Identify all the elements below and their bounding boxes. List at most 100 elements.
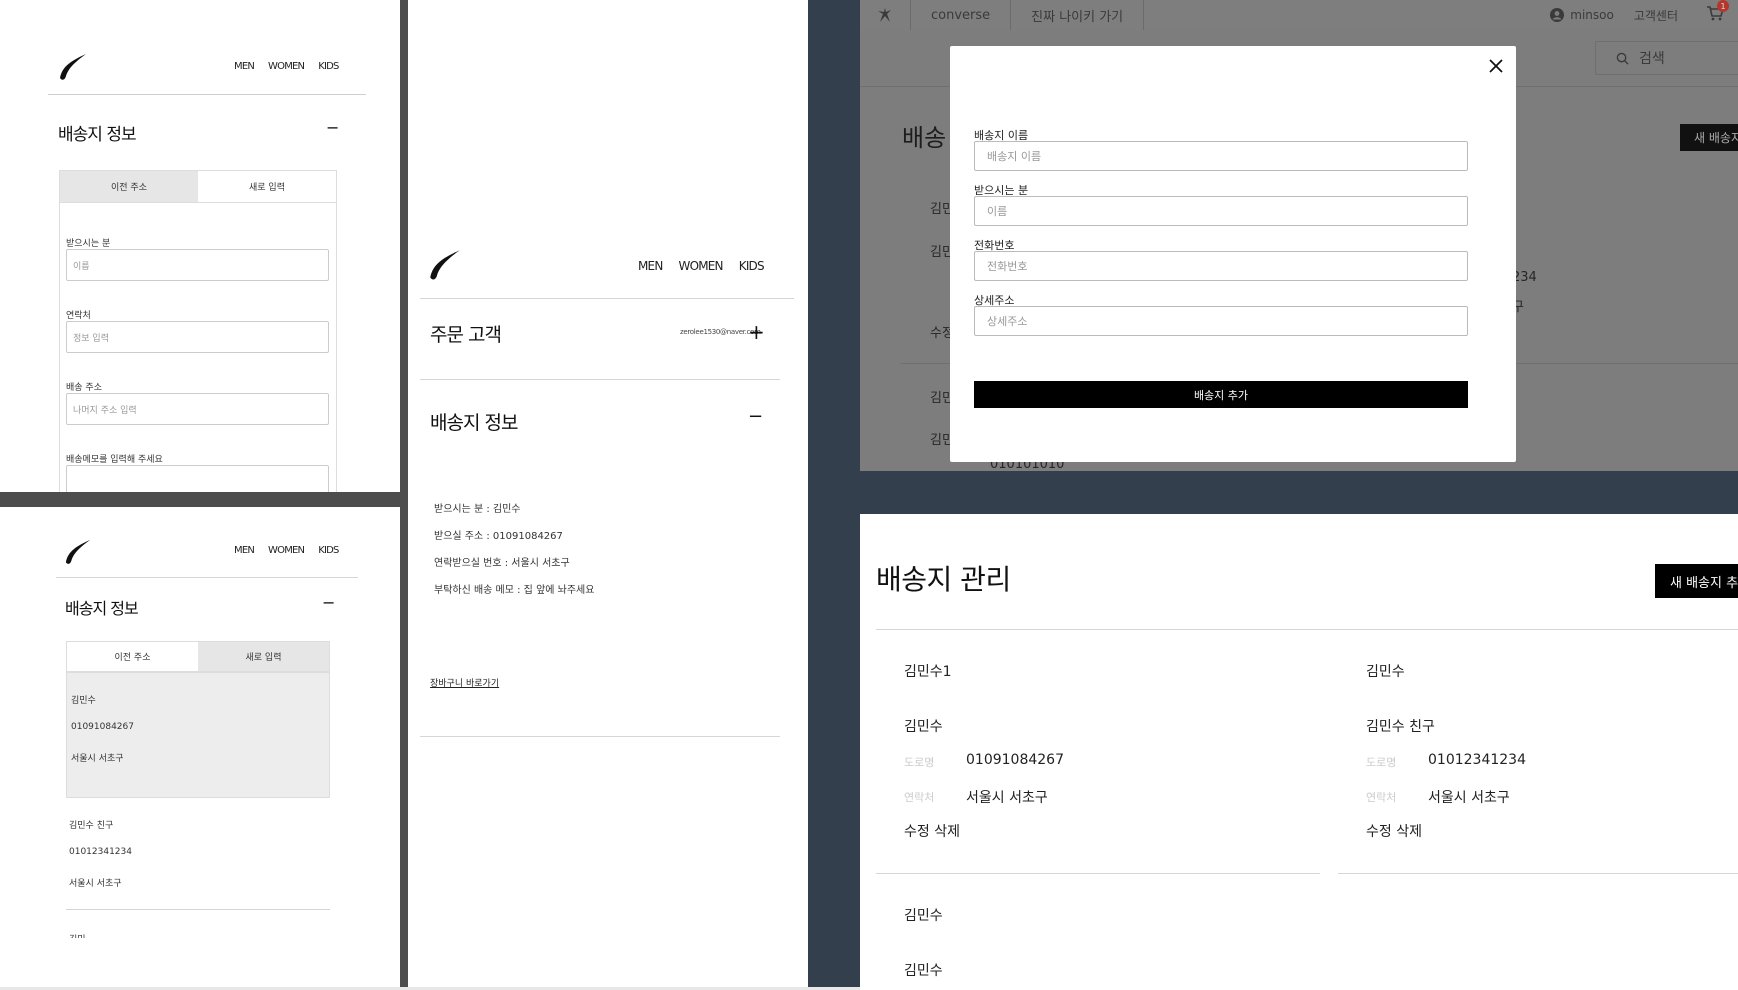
back-to-cart-link[interactable]: 장바구니 바로가기 <box>430 676 499 689</box>
user-name: minsoo <box>1570 8 1614 22</box>
nav-men[interactable]: MEN <box>234 61 255 72</box>
support-link[interactable]: 고객센터 <box>1634 7 1678 24</box>
panel-divider <box>808 0 860 990</box>
recipient-label: 받으시는 분 <box>66 239 111 249</box>
search-icon <box>1616 52 1629 65</box>
card-actions[interactable]: 수정 삭제 <box>1366 821 1422 841</box>
section-title: 배송지 정보 <box>58 125 137 145</box>
close-icon[interactable] <box>1488 58 1504 74</box>
nav-kids[interactable]: KIDS <box>739 259 765 273</box>
card-label-road: 도로명 <box>904 756 935 769</box>
title-divider <box>876 629 1738 630</box>
nav-women[interactable]: WOMEN <box>268 545 305 556</box>
real-nike-link[interactable]: 진짜 나이키 가기 <box>1011 0 1145 30</box>
nav-men[interactable]: MEN <box>638 259 663 273</box>
selected-address-card[interactable]: 김민수 01091084267 서울시 서초구 <box>66 672 330 798</box>
card-label-contact: 연락처 <box>1366 791 1397 804</box>
nav-men[interactable]: MEN <box>234 545 255 556</box>
collapse-button[interactable]: − <box>748 406 763 427</box>
nike-swoosh-logo[interactable] <box>64 538 92 566</box>
info-memo: 부탁하신 배송 메모 : 집 앞에 놔주세요 <box>434 585 595 596</box>
panel-divider <box>0 492 400 507</box>
phone-label: 연락처 <box>66 311 91 321</box>
bg-title: 배송 <box>902 124 947 152</box>
tab-new-entry[interactable]: 새로 입력 <box>198 642 329 671</box>
card-value-region: 서울시 서초구 <box>1428 790 1510 806</box>
phone-input[interactable]: 전화번호 <box>974 251 1468 281</box>
add-address-button[interactable]: 배송지 추가 <box>974 381 1468 408</box>
cart-button[interactable]: 1 <box>1706 0 1729 25</box>
top-utility-nav: converse 진짜 나이키 가기 minsoo 고객센터 1 <box>860 0 1738 30</box>
nav-women[interactable]: WOMEN <box>679 259 724 273</box>
recipient-input[interactable]: 이름 <box>66 249 329 281</box>
main-nav: MEN WOMEN KIDS <box>638 259 765 273</box>
nike-swoosh-logo[interactable] <box>58 52 88 82</box>
info-recipient: 받으시는 분 : 김민수 <box>434 504 521 515</box>
card-actions[interactable]: 수정 삭제 <box>904 821 960 841</box>
card-name: 김민수 <box>904 719 943 735</box>
tab-previous-address[interactable]: 이전 주소 <box>60 171 198 202</box>
page-title: 배송지 관리 <box>876 563 1011 596</box>
other-address-name[interactable]: 김민수 친구 <box>69 818 113 831</box>
panel-divider <box>860 471 1738 514</box>
user-menu[interactable]: minsoo <box>1550 8 1614 22</box>
address-input[interactable]: 나머지 주소 입력 <box>66 393 329 425</box>
other-address-region: 서울시 서초구 <box>69 879 122 889</box>
card-value-phone: 01012341234 <box>1428 752 1526 768</box>
address-tabs: 이전 주소 새로 입력 <box>66 641 330 672</box>
address-region: 서울시 서초구 <box>71 754 124 764</box>
card-name: 김민수 친구 <box>1366 719 1435 735</box>
section-divider <box>420 379 780 380</box>
card-alias: 김민수 <box>1366 664 1405 680</box>
tab-previous-address[interactable]: 이전 주소 <box>67 642 198 671</box>
card-label-contact: 연락처 <box>904 791 935 804</box>
cart-badge: 1 <box>1717 0 1729 12</box>
search-box[interactable]: 검색 <box>1595 41 1738 75</box>
memo-label: 배송메모를 입력해 주세요 <box>66 455 163 465</box>
card-value-phone: 01091084267 <box>966 752 1064 768</box>
expand-button[interactable]: + <box>748 320 765 344</box>
phone-input[interactable]: 정보 입력 <box>66 321 329 353</box>
memo-input[interactable] <box>66 465 329 492</box>
nav-kids[interactable]: KIDS <box>318 61 339 72</box>
header-divider <box>48 94 366 95</box>
converse-link[interactable]: converse <box>911 0 1012 30</box>
tab-new-entry[interactable]: 새로 입력 <box>198 171 336 202</box>
bg-add-button[interactable]: 새 배송지 <box>1680 124 1738 151</box>
nav-kids[interactable]: KIDS <box>318 545 339 556</box>
nike-swoosh-logo[interactable] <box>428 248 462 282</box>
bottom-divider <box>420 736 780 737</box>
address-phone: 01091084267 <box>71 722 134 732</box>
add-address-button[interactable]: 새 배송지 추 <box>1655 564 1738 598</box>
card-name: 김민수 <box>904 963 943 979</box>
address-name-input[interactable]: 배송지 이름 <box>974 141 1468 171</box>
nav-women[interactable]: WOMEN <box>268 61 305 72</box>
card-label-road: 도로명 <box>1366 756 1397 769</box>
section-title: 배송지 정보 <box>65 599 139 618</box>
address-divider <box>66 909 330 910</box>
tablet-order-summary: MEN WOMEN KIDS 주문 고객 zerolee1530@naver.c… <box>408 0 808 990</box>
jordan-link[interactable] <box>860 0 911 30</box>
header-divider <box>56 577 358 578</box>
card-alias: 김민수1 <box>904 664 952 680</box>
user-icon <box>1550 8 1565 22</box>
card-divider <box>1338 873 1738 874</box>
collapse-button[interactable]: − <box>326 118 339 137</box>
mobile-checkout-saved-address: MEN WOMEN KIDS 배송지 정보 − 이전 주소 새로 입력 김민수 … <box>0 507 400 990</box>
address-tabs: 이전 주소 새로 입력 <box>59 170 337 203</box>
main-nav: MEN WOMEN KIDS <box>234 61 339 72</box>
detail-address-input[interactable]: 상세주소 <box>974 306 1468 336</box>
panel-divider <box>400 0 408 990</box>
customer-title: 주문 고객 <box>430 324 502 346</box>
collapse-button[interactable]: − <box>322 593 335 612</box>
mobile-checkout-new-address: MEN WOMEN KIDS 배송지 정보 − 이전 주소 새로 입력 받으시는… <box>0 0 400 492</box>
main-nav: MEN WOMEN KIDS <box>234 545 339 556</box>
header-divider <box>420 298 794 299</box>
info-phone: 연락받으실 번호 : 서울시 서초구 <box>434 558 570 569</box>
search-placeholder: 검색 <box>1639 51 1665 67</box>
card-divider <box>876 873 1320 874</box>
desktop-address-list: 배송지 관리 새 배송지 추 김민수1 김민수 도로명 01091084267 … <box>860 514 1738 990</box>
address-name: 김민수 <box>71 696 96 706</box>
recipient-input[interactable]: 이름 <box>974 196 1468 226</box>
address-label: 배송 주소 <box>66 383 102 393</box>
